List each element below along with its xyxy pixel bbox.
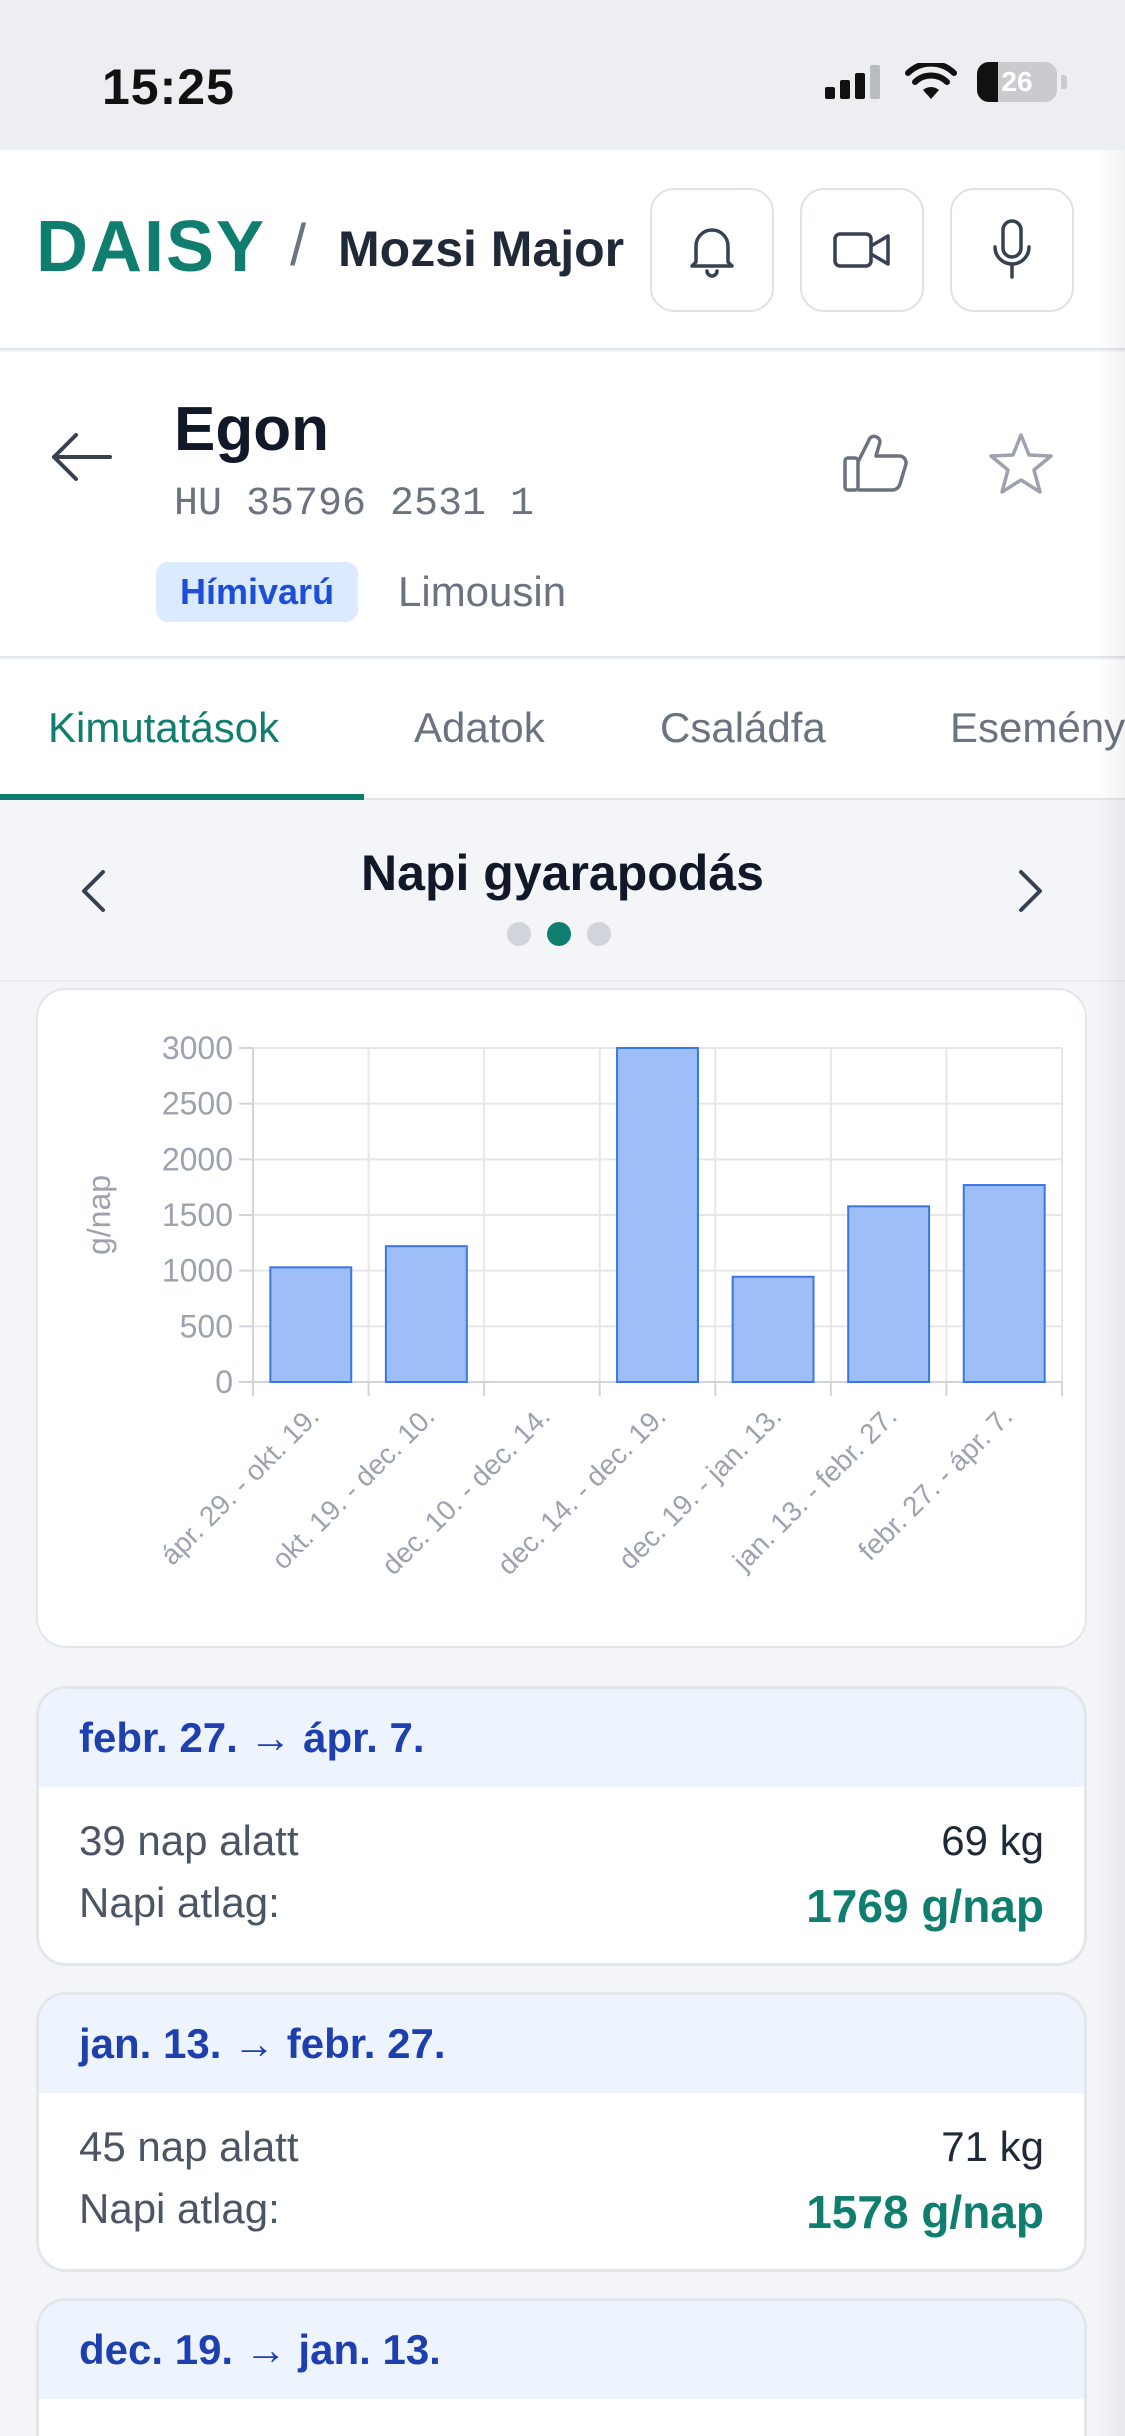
period-avg-row: Napi atlag: 1578 g/nap bbox=[39, 2185, 1084, 2239]
thumbs-up-icon bbox=[843, 434, 908, 492]
chevron-right-icon bbox=[1019, 870, 1042, 912]
bar bbox=[384, 1245, 468, 1383]
chart-navigator: Napi gyarapodás bbox=[0, 802, 1125, 982]
period-avg-value: 1578 g/nap bbox=[806, 2186, 1044, 2238]
period-days-row: 39 nap alatt 69 kg bbox=[39, 1817, 1084, 1865]
star-icon bbox=[989, 433, 1053, 494]
signal-icon bbox=[825, 65, 880, 99]
y-tick-label: 0 bbox=[215, 1364, 233, 1400]
status-time: 15:25 bbox=[102, 59, 235, 115]
bar bbox=[731, 1275, 815, 1384]
period-weight-gain: 69 kg bbox=[941, 1817, 1044, 1864]
breed-label: Limousin bbox=[398, 568, 567, 615]
farm-name[interactable]: Mozsi Major bbox=[338, 220, 624, 278]
tab-bar: Kimutatások Adatok Családfa Esemény bbox=[0, 660, 1125, 800]
status-bar: 15:25 26 bbox=[0, 0, 1125, 150]
next-chart-button[interactable] bbox=[1016, 868, 1046, 919]
arrow-left-icon bbox=[52, 433, 112, 481]
microphone-button[interactable] bbox=[950, 188, 1074, 312]
app-header: DAISY / Mozsi Major bbox=[0, 150, 1125, 350]
video-button[interactable] bbox=[800, 188, 924, 312]
period-card[interactable]: jan. 13. → febr. 27. 45 nap alatt 71 kg … bbox=[36, 1992, 1087, 2272]
pager-dot[interactable] bbox=[507, 922, 531, 946]
bar bbox=[269, 1266, 353, 1383]
y-tick-label: 2500 bbox=[162, 1086, 233, 1122]
breadcrumb-separator: / bbox=[290, 213, 307, 278]
y-tick-label: 500 bbox=[180, 1308, 233, 1344]
daily-gain-chart-card: 0 500 1000 1500 2000 2500 3000 g/nap ápr. 29. - … bbox=[36, 988, 1087, 1648]
period-avg-label: Napi atlag: bbox=[79, 1879, 280, 1926]
battery-level: 26 bbox=[1001, 66, 1033, 97]
microphone-icon bbox=[993, 219, 1031, 279]
tab-adatok[interactable]: Adatok bbox=[414, 704, 545, 752]
battery-icon: 26 bbox=[977, 62, 1057, 102]
like-button[interactable] bbox=[842, 432, 910, 499]
status-icons: 26 bbox=[825, 62, 1067, 102]
chart-pager-dots bbox=[507, 922, 611, 946]
period-avg-value: 1769 g/nap bbox=[806, 1880, 1044, 1932]
back-button[interactable] bbox=[48, 430, 114, 489]
y-tick-label: 1000 bbox=[162, 1253, 233, 1289]
pager-dot[interactable] bbox=[587, 922, 611, 946]
tab-kimutatasok[interactable]: Kimutatások bbox=[48, 704, 279, 752]
wifi-icon bbox=[905, 63, 957, 99]
period-days: 39 nap alatt bbox=[79, 1817, 299, 1864]
period-days: 45 nap alatt bbox=[79, 2123, 299, 2170]
y-tick-label: 2000 bbox=[162, 1141, 233, 1177]
brand-logo[interactable]: DAISY bbox=[36, 206, 266, 288]
animal-card: Egon HU 35796 2531 1 Hímivarú Limousin bbox=[0, 352, 1125, 658]
daily-gain-bar-chart: 050010001500200025003000g/napápr. 29. - … bbox=[81, 1030, 1063, 1581]
period-range: febr. 27. → ápr. 7. bbox=[39, 1689, 1084, 1787]
tab-csaladfa[interactable]: Családfa bbox=[660, 704, 826, 752]
period-card[interactable]: dec. 19. → jan. 13. bbox=[36, 2298, 1087, 2436]
pager-dot-active[interactable] bbox=[547, 922, 571, 946]
y-tick-label: 1500 bbox=[162, 1197, 233, 1233]
period-days-row: 45 nap alatt 71 kg bbox=[39, 2123, 1084, 2171]
period-card[interactable]: febr. 27. → ápr. 7. 39 nap alatt 69 kg N… bbox=[36, 1686, 1087, 1966]
chart-title: Napi gyarapodás bbox=[361, 845, 764, 901]
bar bbox=[847, 1205, 931, 1383]
y-tick-label: 3000 bbox=[162, 1030, 233, 1066]
animal-name: Egon bbox=[174, 395, 329, 464]
y-axis-label: g/nap bbox=[81, 1175, 117, 1255]
notifications-button[interactable] bbox=[650, 188, 774, 312]
period-range: jan. 13. → febr. 27. bbox=[39, 1995, 1084, 2093]
bell-icon bbox=[690, 228, 734, 278]
period-range: dec. 19. → jan. 13. bbox=[39, 2301, 1084, 2399]
period-avg-label: Napi atlag: bbox=[79, 2185, 280, 2232]
sex-badge: Hímivarú bbox=[156, 562, 359, 622]
bar bbox=[962, 1184, 1046, 1383]
video-camera-icon bbox=[833, 232, 890, 268]
favorite-button[interactable] bbox=[988, 432, 1054, 501]
bar bbox=[616, 1047, 699, 1383]
tab-esemeny[interactable]: Esemény bbox=[950, 704, 1125, 752]
animal-ear-tag: HU 35796 2531 1 bbox=[174, 482, 535, 527]
period-avg-row: Napi atlag: 1769 g/nap bbox=[39, 1879, 1084, 1933]
period-weight-gain: 71 kg bbox=[941, 2123, 1044, 2170]
active-tab-indicator bbox=[0, 794, 364, 800]
